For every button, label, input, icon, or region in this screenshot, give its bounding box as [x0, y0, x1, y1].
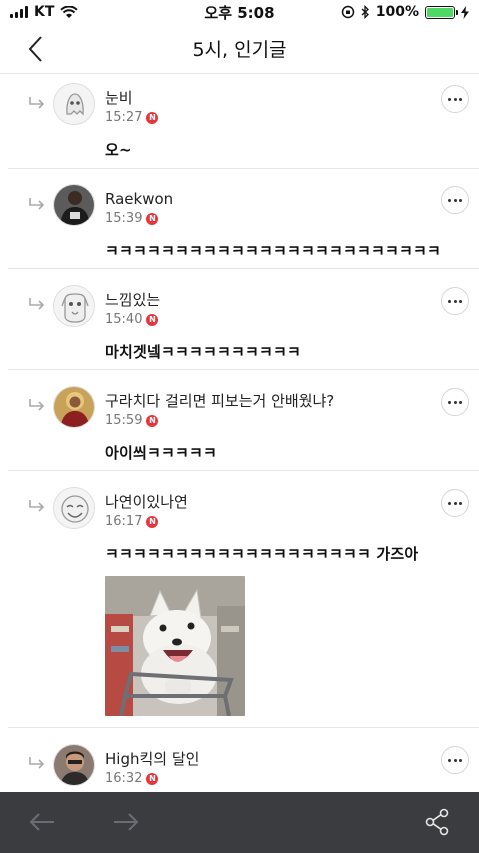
comment-text: ㅋㅋㅋㅋㅋㅋㅋㅋㅋㅋㅋㅋㅋㅋㅋㅋㅋㅋㅋ 가즈아: [105, 545, 419, 563]
reply-arrow-icon: [29, 298, 45, 310]
header: 5시, 인기글: [0, 24, 479, 74]
comment-time: 15:59: [105, 413, 143, 428]
comment-text: 아이씌ㅋㅋㅋㅋㅋ: [105, 444, 218, 462]
more-options-button[interactable]: [441, 746, 469, 774]
comment-time: 15:40: [105, 312, 143, 327]
status-bar: KT 오후 5:08 100%: [0, 0, 479, 24]
avatar[interactable]: [53, 386, 95, 428]
more-options-button[interactable]: [441, 85, 469, 113]
arrow-right-icon[interactable]: [111, 810, 141, 834]
reply-arrow-icon: [29, 757, 45, 769]
reply-arrow-icon: [29, 97, 45, 109]
comment-author[interactable]: 구라치다 걸리면 피보는거 안배웠냐?: [105, 391, 419, 411]
reply-arrow-icon: [29, 198, 45, 210]
comment-text: ㅋㅋㅋㅋㅋㅋㅋㅋㅋㅋㅋㅋㅋㅋㅋㅋㅋㅋㅋㅋㅋㅋㅋㅋ: [105, 242, 442, 260]
more-options-button[interactable]: [441, 287, 469, 315]
arrow-left-icon[interactable]: [27, 810, 57, 834]
clock: 오후 5:08: [204, 3, 275, 22]
comment-item: 나연이있나연 16:17 N ㅋㅋㅋㅋㅋㅋㅋㅋㅋㅋㅋㅋㅋㅋㅋㅋㅋㅋㅋ 가즈아: [8, 471, 479, 728]
comment-image[interactable]: [105, 576, 245, 716]
battery-icon: [425, 5, 458, 19]
reply-arrow-icon: [29, 500, 45, 512]
comment-author[interactable]: High킥의 달인: [105, 749, 419, 769]
comment-author[interactable]: 눈비: [105, 88, 419, 108]
comment-author[interactable]: 나연이있나연: [105, 492, 419, 512]
comment-author[interactable]: Raekwon: [105, 189, 419, 209]
comment-text: 마치겟넼ㅋㅋㅋㅋㅋㅋㅋㅋㅋㅋ: [105, 343, 302, 361]
chevron-left-icon: [28, 36, 42, 62]
back-button[interactable]: [18, 32, 52, 66]
comment-item: 구라치다 걸리면 피보는거 안배웠냐? 15:59 N 아이씌ㅋㅋㅋㅋㅋ: [8, 370, 479, 471]
comment-item: 눈비 15:27 N 오~: [8, 74, 479, 169]
bottom-toolbar: [0, 792, 479, 853]
comment-time: 15:27: [105, 110, 143, 125]
share-icon[interactable]: [425, 808, 449, 836]
more-options-button[interactable]: [441, 489, 469, 517]
comment-list[interactable]: 눈비 15:27 N 오~ Raekwon 15:39 N ㅋㅋㅋㅋㅋㅋㅋㅋㅋㅋㅋㅋ…: [0, 74, 479, 792]
comment-text: 오~: [105, 141, 132, 159]
comment-time: 16:17: [105, 514, 143, 529]
more-options-button[interactable]: [441, 388, 469, 416]
new-badge: N: [146, 112, 159, 124]
comment-item: 느낌있는 15:40 N 마치겟넼ㅋㅋㅋㅋㅋㅋㅋㅋㅋㅋ: [8, 269, 479, 370]
avatar[interactable]: [53, 487, 95, 529]
avatar[interactable]: [53, 285, 95, 327]
avatar[interactable]: [53, 83, 95, 125]
new-badge: N: [146, 213, 159, 225]
page-title: 5시, 인기글: [192, 39, 287, 61]
new-badge: N: [146, 314, 159, 326]
reply-arrow-icon: [29, 399, 45, 411]
comment-time: 15:39: [105, 211, 143, 226]
avatar[interactable]: [53, 744, 95, 786]
comment-item: High킥의 달인 16:32 N: [8, 728, 479, 792]
new-badge: N: [146, 415, 159, 427]
new-badge: N: [146, 773, 159, 785]
comment-author[interactable]: 느낌있는: [105, 290, 419, 310]
new-badge: N: [146, 516, 159, 528]
more-options-button[interactable]: [441, 186, 469, 214]
comment-time: 16:32: [105, 771, 143, 786]
avatar[interactable]: [53, 184, 95, 226]
comment-item: Raekwon 15:39 N ㅋㅋㅋㅋㅋㅋㅋㅋㅋㅋㅋㅋㅋㅋㅋㅋㅋㅋㅋㅋㅋㅋㅋㅋ: [8, 169, 479, 269]
